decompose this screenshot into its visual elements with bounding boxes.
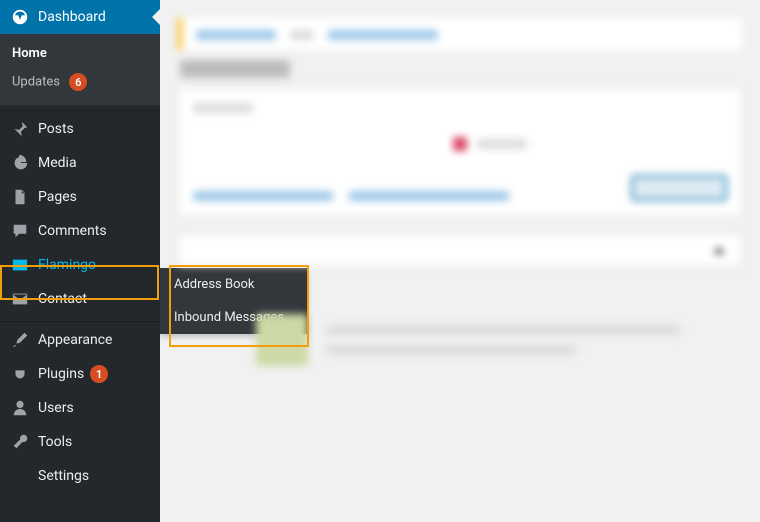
- settings-icon: [10, 466, 30, 486]
- menu-label: Tools: [38, 434, 72, 450]
- brush-icon: [10, 330, 30, 350]
- media-icon: [10, 153, 30, 173]
- page-icon: [10, 187, 30, 207]
- menu-label: Users: [38, 400, 74, 416]
- chevron-up-icon: [713, 246, 725, 254]
- submenu-home[interactable]: Home: [0, 40, 160, 67]
- avatar: [256, 314, 308, 366]
- menu-label: Dashboard: [38, 9, 106, 25]
- admin-notice: [178, 18, 742, 50]
- menu-tools[interactable]: Tools: [0, 425, 160, 459]
- menu-label: Appearance: [38, 332, 112, 348]
- plug-icon: [10, 364, 30, 384]
- menu-comments[interactable]: Comments: [0, 214, 160, 248]
- menu-appearance[interactable]: Appearance: [0, 323, 160, 357]
- updates-badge: 6: [69, 73, 87, 91]
- menu-contact[interactable]: Contact: [0, 282, 160, 316]
- menu-label: Plugins: [38, 366, 84, 382]
- menu-separator: [0, 105, 160, 111]
- admin-sidebar: Dashboard Home Updates 6 Posts Media: [0, 0, 160, 522]
- plugins-badge: 1: [90, 365, 108, 383]
- submenu-updates[interactable]: Updates 6: [0, 67, 160, 97]
- menu-label: Pages: [38, 189, 77, 205]
- submenu-label: Updates: [12, 75, 60, 90]
- menu-label: Media: [38, 155, 77, 171]
- primary-button[interactable]: [631, 175, 727, 201]
- submenu-label: Home: [12, 46, 47, 61]
- content-card: [178, 88, 742, 216]
- content-panel[interactable]: [178, 234, 742, 266]
- card-icon: [10, 255, 30, 275]
- main-content: [160, 0, 760, 522]
- wrench-icon: [10, 432, 30, 452]
- menu-posts[interactable]: Posts: [0, 112, 160, 146]
- menu-users[interactable]: Users: [0, 391, 160, 425]
- menu-settings[interactable]: Settings: [0, 459, 160, 493]
- pin-icon: [10, 119, 30, 139]
- current-indicator-icon: [152, 9, 160, 25]
- comment-icon: [10, 221, 30, 241]
- envelope-icon: [10, 289, 30, 309]
- menu-pages[interactable]: Pages: [0, 180, 160, 214]
- menu-separator: [0, 316, 160, 322]
- menu-flamingo[interactable]: Flamingo: [0, 248, 160, 282]
- menu-label: Settings: [38, 468, 89, 484]
- menu-media[interactable]: Media: [0, 146, 160, 180]
- user-icon: [10, 398, 30, 418]
- menu-dashboard[interactable]: Dashboard: [0, 0, 160, 34]
- submenu-dashboard: Home Updates 6: [0, 34, 160, 105]
- content-item: [178, 314, 742, 366]
- menu-label: Flamingo: [38, 257, 96, 273]
- menu-label: Posts: [38, 121, 74, 137]
- menu-plugins[interactable]: Plugins 1: [0, 357, 160, 391]
- dashboard-icon: [10, 7, 30, 27]
- menu-label: Contact: [38, 291, 87, 307]
- menu-label: Comments: [38, 223, 107, 239]
